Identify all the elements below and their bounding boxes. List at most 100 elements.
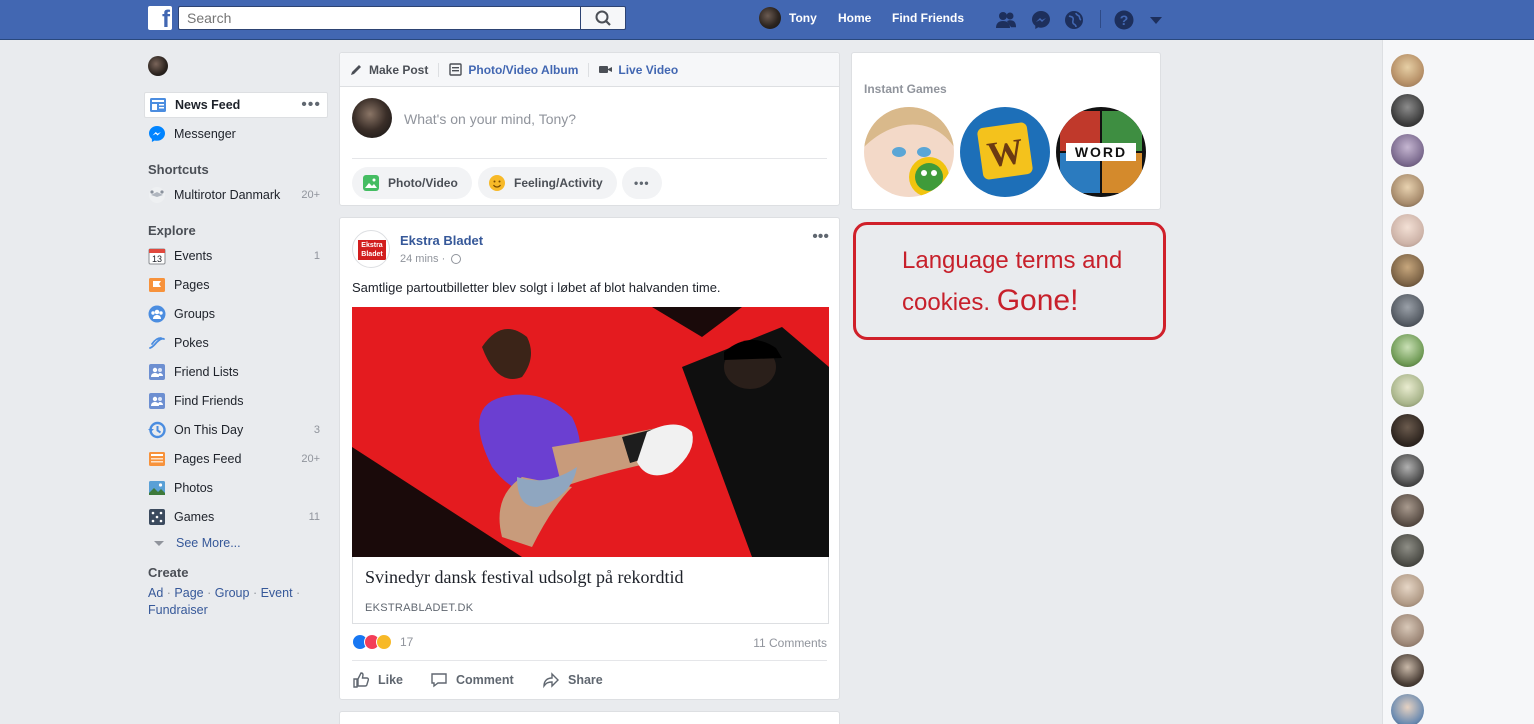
chat-contact-avatar[interactable] xyxy=(1391,694,1424,724)
sidebar-item-label: Pages Feed xyxy=(174,452,242,466)
create-group-link[interactable]: Group xyxy=(215,586,250,600)
messenger-icon[interactable] xyxy=(1030,9,1052,31)
sidebar-item-label: News Feed xyxy=(175,98,241,112)
create-fundraiser-link[interactable]: Fundraiser xyxy=(148,603,208,617)
post-image[interactable] xyxy=(352,307,829,557)
svg-text:WORD: WORD xyxy=(1075,144,1127,160)
chat-contact-avatar[interactable] xyxy=(1391,574,1424,607)
sidebar-item-label: Friend Lists xyxy=(174,365,239,379)
count-badge: 3 xyxy=(313,424,320,436)
chat-contact-avatar[interactable] xyxy=(1391,414,1424,447)
divider xyxy=(352,660,827,661)
sidebar-item-friend-lists[interactable]: Friend Lists xyxy=(144,359,328,385)
friend-requests-icon[interactable] xyxy=(995,9,1017,31)
calendar-icon: 13 xyxy=(148,248,166,265)
feeling-activity-button[interactable]: Feeling/Activity xyxy=(478,167,617,199)
chat-contact-avatar[interactable] xyxy=(1391,454,1424,487)
divider xyxy=(352,158,827,159)
feed-post: Ekstra Bladet Ekstra Bladet 24 mins · ••… xyxy=(339,217,840,700)
sidebar-item-multirotor-danmark[interactable]: Multirotor Danmark 20+ xyxy=(144,182,328,208)
globe-icon xyxy=(451,254,462,264)
search-input[interactable] xyxy=(178,6,580,30)
messenger-icon xyxy=(149,126,165,142)
search-icon xyxy=(595,10,611,26)
sidebar-item-messenger[interactable]: Messenger xyxy=(144,121,328,147)
home-link[interactable]: Home xyxy=(838,11,871,25)
sidebar-item-label: Pages xyxy=(174,278,210,292)
profile-name: Tony xyxy=(789,11,817,25)
find-friends-link[interactable]: Find Friends xyxy=(892,11,964,25)
sidebar-item-pages[interactable]: Pages xyxy=(144,272,328,298)
post-options-icon[interactable]: ••• xyxy=(812,228,829,246)
notifications-globe-icon[interactable] xyxy=(1063,9,1085,31)
album-icon xyxy=(449,63,463,76)
sidebar-item-events[interactable]: 13 Events 1 xyxy=(144,243,328,269)
see-more-link[interactable]: See More... xyxy=(150,536,241,550)
chat-contact-avatar[interactable] xyxy=(1391,334,1424,367)
avatar xyxy=(759,7,781,29)
comments-count-link[interactable]: 11 Comments xyxy=(753,636,827,650)
tab-make-post[interactable]: Make Post xyxy=(350,63,428,77)
sidebar-item-groups[interactable]: Groups xyxy=(144,301,328,327)
find-friends-icon xyxy=(149,393,165,409)
help-icon[interactable]: ? xyxy=(1113,9,1135,31)
chat-contact-avatar[interactable] xyxy=(1391,94,1424,127)
sidebar-item-on-this-day[interactable]: On This Day 3 xyxy=(144,417,328,443)
poke-icon xyxy=(149,337,165,349)
tab-live-video[interactable]: Live Video xyxy=(599,63,678,77)
sidebar-item-label: On This Day xyxy=(174,423,244,437)
ekstra-bladet-logo-text: Ekstra Bladet xyxy=(358,240,386,260)
chat-contact-avatar[interactable] xyxy=(1391,614,1424,647)
tab-label: Photo/Video Album xyxy=(468,62,579,77)
instant-games-panel: Instant Games W WORD xyxy=(851,52,1161,210)
chat-contact-avatar[interactable] xyxy=(1391,254,1424,287)
create-ad-link[interactable]: Ad xyxy=(148,586,163,600)
chat-contact-avatar[interactable] xyxy=(1391,134,1424,167)
reactions-summary[interactable]: 17 xyxy=(352,634,413,650)
chat-contact-avatar[interactable] xyxy=(1391,294,1424,327)
chat-contact-avatar[interactable] xyxy=(1391,174,1424,207)
sidebar-item-pokes[interactable]: Pokes xyxy=(144,330,328,356)
sidebar-item-pages-feed[interactable]: Pages Feed 20+ xyxy=(144,446,328,472)
more-options-button[interactable]: ••• xyxy=(622,167,662,199)
chat-contact-avatar[interactable] xyxy=(1391,654,1424,687)
sidebar-item-photos[interactable]: Photos xyxy=(144,475,328,501)
groups-icon xyxy=(148,305,166,323)
game-thumbnail[interactable]: W xyxy=(960,107,1050,197)
games-icon xyxy=(149,509,165,525)
divider xyxy=(588,62,590,77)
top-bar: f Tony Home Find Friends ? xyxy=(0,0,1534,40)
sidebar-item-news-feed[interactable]: News Feed ••• xyxy=(144,92,328,118)
chat-contact-avatar[interactable] xyxy=(1391,214,1424,247)
annotation-emphasis: Gone! xyxy=(996,284,1079,317)
page-logo[interactable]: Ekstra Bladet xyxy=(352,230,390,268)
avatar[interactable] xyxy=(148,56,168,76)
post-timestamp[interactable]: 24 mins · xyxy=(400,253,462,265)
search-button[interactable] xyxy=(580,6,626,30)
post-author-link[interactable]: Ekstra Bladet xyxy=(400,233,483,248)
photo-video-button[interactable]: Photo/Video xyxy=(352,167,472,199)
chat-contact-avatar[interactable] xyxy=(1391,534,1424,567)
divider xyxy=(438,62,440,77)
create-event-link[interactable]: Event xyxy=(261,586,293,600)
create-links: Ad · Page · Group · Event · Fundraiser xyxy=(148,586,301,617)
concert-photo xyxy=(352,307,829,557)
link-preview[interactable]: Svinedyr dansk festival udsolgt på rekor… xyxy=(352,557,829,624)
comment-button[interactable]: Comment xyxy=(430,671,514,689)
like-button[interactable]: Like xyxy=(352,671,403,689)
profile-link[interactable]: Tony xyxy=(759,7,817,29)
game-thumbnail[interactable] xyxy=(864,107,954,197)
game-thumbnail[interactable]: WORD xyxy=(1056,107,1146,197)
sidebar-item-games[interactable]: Games 11 xyxy=(144,504,328,530)
tab-photo-video-album[interactable]: Photo/Video Album xyxy=(449,63,578,77)
chat-contact-avatar[interactable] xyxy=(1391,494,1424,527)
more-options-icon[interactable]: ••• xyxy=(301,96,321,114)
chat-contact-avatar[interactable] xyxy=(1391,54,1424,87)
chat-contact-avatar[interactable] xyxy=(1391,374,1424,407)
account-menu-chevron-down-icon[interactable] xyxy=(1145,9,1167,31)
create-page-link[interactable]: Page xyxy=(174,586,203,600)
sidebar-item-find-friends[interactable]: Find Friends xyxy=(144,388,328,414)
facebook-logo-icon[interactable]: f xyxy=(148,6,172,30)
share-button[interactable]: Share xyxy=(542,671,603,689)
status-input[interactable]: What's on your mind, Tony? xyxy=(404,111,576,127)
